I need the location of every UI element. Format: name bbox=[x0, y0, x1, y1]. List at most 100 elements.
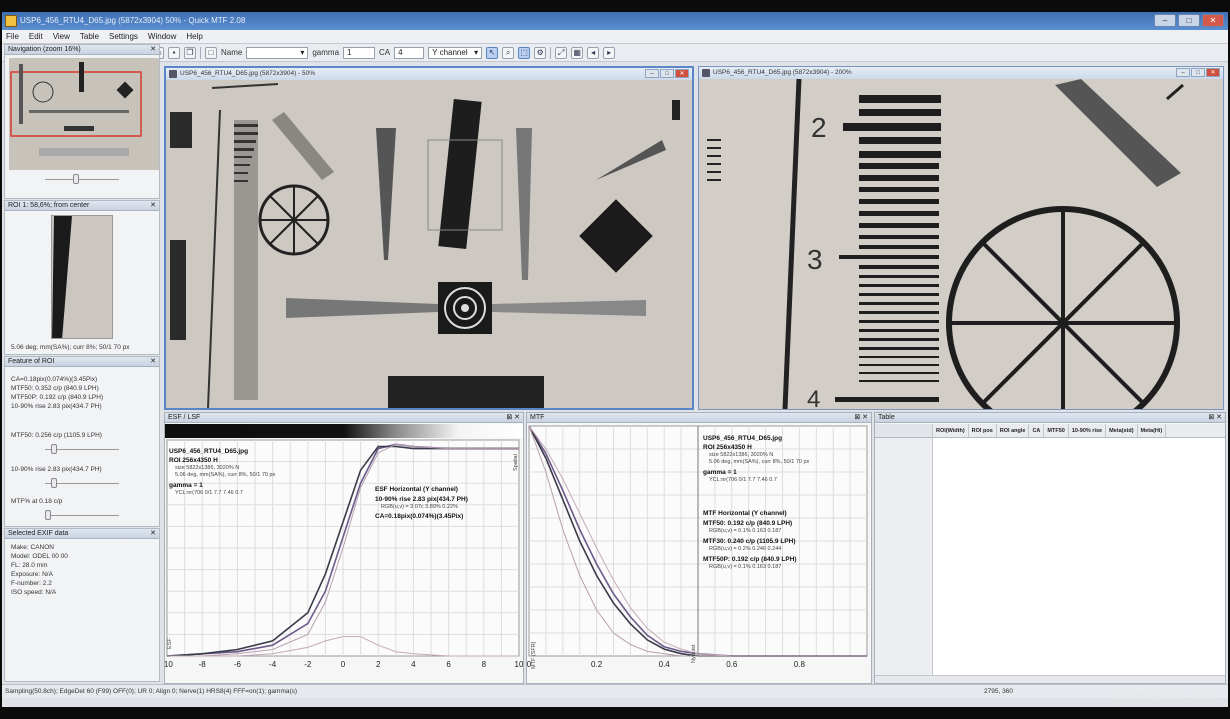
mtf-sub-label: 5.06 deg, mm(SA%), curr 8%, 50/1 70 px bbox=[709, 459, 810, 465]
mtf50-label: MTF50: 0.192 c/p (840.9 LPH) bbox=[703, 520, 793, 527]
esf-ca-label: CA=0.18pix(0.074%)(3.45Pix) bbox=[375, 513, 464, 520]
close-icon[interactable]: ⊠ ✕ bbox=[1208, 413, 1222, 423]
navigation-header: Navigation (zoom 16%) ✕ bbox=[5, 45, 159, 55]
esf-sub-label: 5.06 deg, mm(SA%), curr 8%, 50/1 70 px bbox=[175, 472, 276, 478]
row-header-corner bbox=[875, 424, 933, 437]
close-icon[interactable]: ✕ bbox=[675, 69, 689, 78]
feature-line: CA=0.18pix(0.074%)(3.45Pix) bbox=[11, 376, 98, 383]
ca-label: CA bbox=[379, 48, 391, 57]
x-tick-label: -8 bbox=[199, 660, 207, 669]
results-table[interactable]: ROI(Width) ROI pos ROI angle CA MTF50 10… bbox=[875, 424, 1225, 683]
close-icon[interactable]: ✕ bbox=[1206, 68, 1220, 77]
feature-line: MTF50: 0.352 c/p (840.9 LPH) bbox=[11, 385, 99, 392]
table-column-header[interactable]: ROI(Width) bbox=[933, 424, 969, 437]
copy-icon[interactable]: ❐ bbox=[184, 46, 196, 59]
svg-text:4: 4 bbox=[807, 386, 820, 409]
esf-header: ESF / LSF ⊠ ✕ bbox=[165, 413, 523, 423]
exif-line: F-number: 2.2 bbox=[11, 580, 52, 587]
mtf-ylabel: MTF (SFR) bbox=[531, 641, 537, 670]
gamma-input[interactable]: 1 bbox=[343, 46, 376, 59]
minimize-icon[interactable]: – bbox=[1154, 14, 1176, 27]
close-icon[interactable]: ✕ bbox=[150, 45, 156, 55]
menu-file[interactable]: File bbox=[6, 32, 19, 41]
mtf30-label: MTF30: 0.240 c/p (1105.9 LPH) bbox=[703, 538, 796, 545]
table-column-header[interactable]: Meta(std) bbox=[1106, 424, 1138, 437]
mtf-title-label: MTF Horizontal (Y channel) bbox=[703, 510, 787, 517]
table-column-header[interactable]: Meta(Hi) bbox=[1138, 424, 1167, 437]
navigation-thumbnail[interactable] bbox=[9, 58, 159, 170]
maximize-icon[interactable]: □ bbox=[1191, 68, 1205, 77]
channel-select[interactable]: Y channel ▾ bbox=[428, 46, 483, 59]
prev-icon[interactable]: ◂ bbox=[587, 46, 600, 59]
roi-icon[interactable]: □ bbox=[205, 46, 217, 59]
save-icon[interactable]: ▪ bbox=[168, 46, 180, 59]
window-title: USP6_456_RTU4_D65.jpg (5872x3904) 50% - … bbox=[20, 16, 246, 25]
menu-settings[interactable]: Settings bbox=[109, 32, 138, 41]
maximize-icon[interactable]: □ bbox=[1178, 14, 1200, 27]
x-tick-label: 2 bbox=[376, 660, 381, 669]
next-icon[interactable]: ▸ bbox=[603, 46, 616, 59]
minimize-icon[interactable]: – bbox=[1176, 68, 1190, 77]
esf-sub-label: size 5822x1386, 3020% N bbox=[175, 465, 240, 471]
test-chart-image[interactable] bbox=[166, 80, 692, 408]
x-tick-label: 10 bbox=[515, 660, 523, 669]
esf-ylabel: ESF bbox=[167, 638, 173, 649]
x-tick-label: 8 bbox=[482, 660, 487, 669]
mtf50p-sub: RGB(u,v) = 0.1% 0.163 0.187 bbox=[709, 564, 782, 570]
close-icon[interactable]: ⊠ ✕ bbox=[506, 413, 520, 423]
mtf-header: MTF ⊠ ✕ bbox=[527, 413, 871, 423]
menu-edit[interactable]: Edit bbox=[29, 32, 43, 41]
zoomed-chart-image[interactable]: 2 3 4 bbox=[699, 79, 1223, 409]
table-column-header[interactable]: ROI angle bbox=[997, 424, 1030, 437]
table-column-header[interactable]: ROI pos bbox=[969, 424, 997, 437]
mtf50p-label: MTF50P: 0.192 c/p (840.9 LPH) bbox=[703, 556, 797, 563]
window-controls: – □ ✕ bbox=[1154, 14, 1224, 27]
image-icon bbox=[169, 70, 177, 78]
table-column-header[interactable]: 10-90% rise bbox=[1069, 424, 1107, 437]
feature-panel: Feature of ROI ✕ CA=0.18pix(0.074%)(3.45P… bbox=[4, 356, 160, 527]
close-icon[interactable]: ⊠ ✕ bbox=[854, 413, 868, 423]
pointer-icon[interactable]: ↖ bbox=[486, 46, 499, 59]
x-tick-label: 0 bbox=[341, 660, 346, 669]
close-icon[interactable]: ✕ bbox=[150, 357, 156, 367]
rise-slider-label: 10-90% rise 2.83 pix(434.7 PH) bbox=[11, 466, 102, 473]
menu-bar: File Edit View Table Settings Window Hel… bbox=[2, 30, 1228, 44]
x-tick-label: -4 bbox=[269, 660, 277, 669]
mtf50-sub: RGB(u,v) = 0.1% 0.163 0.187 bbox=[709, 528, 782, 534]
name-select[interactable]: ▾ bbox=[246, 46, 309, 59]
maximize-icon[interactable]: □ bbox=[660, 69, 674, 78]
x-tick-label: 6 bbox=[446, 660, 451, 669]
horizontal-scrollbar[interactable] bbox=[875, 675, 1225, 683]
fit-icon[interactable]: ⤢ bbox=[555, 46, 568, 59]
close-icon[interactable]: ✕ bbox=[1202, 14, 1224, 27]
mtfx-slider[interactable] bbox=[45, 509, 119, 521]
image-window-right[interactable]: USP6_456_RTU4_D65.jpg (5872x3904) - 200%… bbox=[698, 66, 1224, 410]
mtf-file-label: USP6_456_RTU4_D65.jpg bbox=[703, 435, 783, 442]
settings-icon[interactable]: ⚙ bbox=[534, 46, 547, 59]
menu-window[interactable]: Window bbox=[148, 32, 176, 41]
esf-right-label: Spatial bbox=[513, 454, 519, 471]
grid-icon[interactable]: ▦ bbox=[571, 46, 584, 59]
minimize-icon[interactable]: – bbox=[645, 69, 659, 78]
ca-input[interactable]: 4 bbox=[394, 46, 425, 59]
zoom-icon[interactable]: ⌕ bbox=[502, 46, 515, 59]
menu-help[interactable]: Help bbox=[186, 32, 202, 41]
status-text: Sampling(50.8ch); EdgeDet 60 (F99) OFF(0… bbox=[5, 688, 298, 695]
chevron-down-icon: ▾ bbox=[300, 47, 305, 57]
close-icon[interactable]: ✕ bbox=[150, 529, 156, 539]
rise-slider[interactable] bbox=[45, 477, 119, 489]
zoom-slider[interactable] bbox=[45, 173, 119, 185]
exif-line: Make: CANON bbox=[11, 544, 54, 551]
esf-rise-label: 10-90% rise 2.83 pix(434.7 PH) bbox=[375, 496, 468, 503]
menu-table[interactable]: Table bbox=[80, 32, 99, 41]
close-icon[interactable]: ✕ bbox=[150, 201, 156, 211]
mtf-plot: 0 0.2 0.4 0.6 0.8 bbox=[527, 425, 868, 669]
exif-line: Model: ODEL 00 00 bbox=[11, 553, 68, 560]
menu-view[interactable]: View bbox=[53, 32, 70, 41]
image-window-left[interactable]: USP6_456_RTU4_D65.jpg (5872x3904) - 50% … bbox=[164, 66, 694, 410]
mtf-slider[interactable] bbox=[45, 443, 119, 455]
select-icon[interactable]: ⬚ bbox=[518, 46, 531, 59]
x-tick-label: 0.8 bbox=[794, 660, 806, 669]
table-column-header[interactable]: CA bbox=[1029, 424, 1045, 437]
table-column-header[interactable]: MTF50 bbox=[1044, 424, 1069, 437]
